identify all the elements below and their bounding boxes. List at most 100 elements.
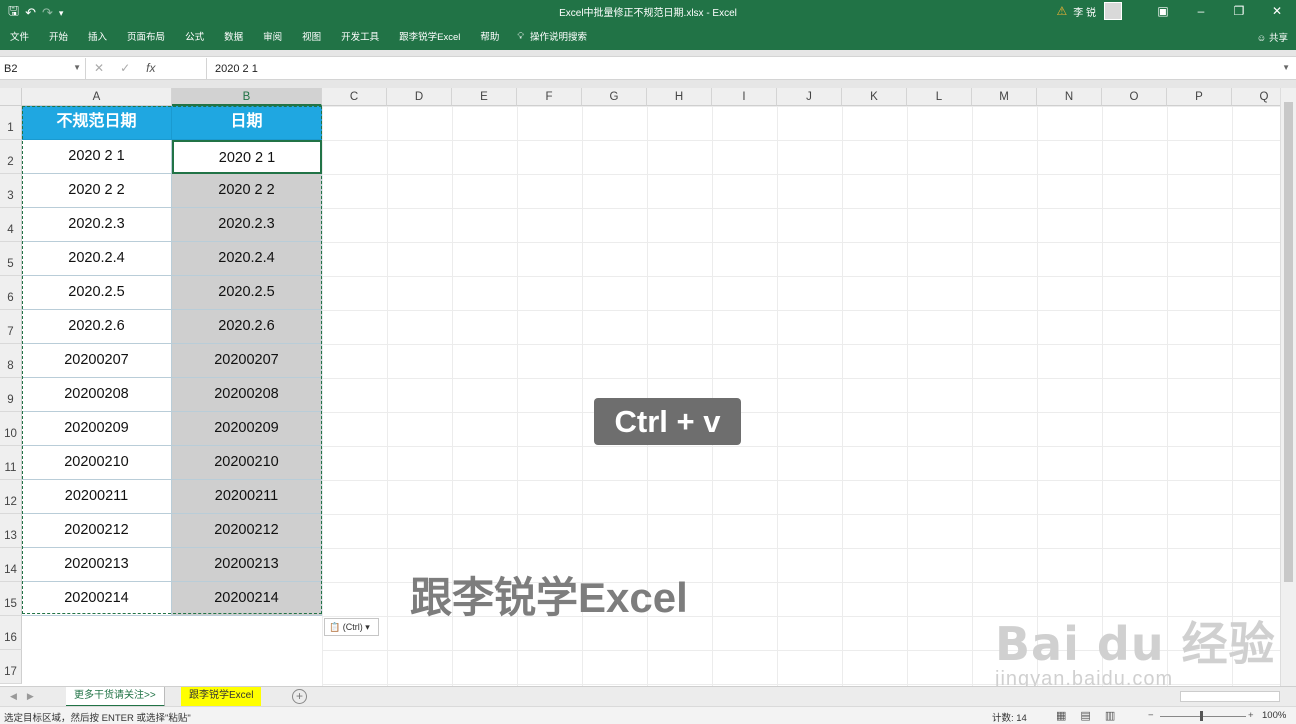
row-header-11[interactable]: 11 — [0, 446, 22, 480]
column-header-b[interactable]: B — [172, 88, 322, 106]
sheet-tab-follow[interactable]: 更多干货请关注>> — [66, 687, 165, 707]
column-header-n[interactable]: N — [1037, 88, 1102, 106]
column-header-g[interactable]: G — [582, 88, 647, 106]
zoom-out-icon[interactable]: − — [1148, 710, 1154, 721]
table-cell-a[interactable]: 2020.2.4 — [22, 242, 172, 276]
table-cell-b[interactable]: 20200207 — [172, 344, 322, 378]
vertical-scrollbar[interactable] — [1280, 88, 1296, 686]
column-header-d[interactable]: D — [387, 88, 452, 106]
row-header-8[interactable]: 8 — [0, 344, 22, 378]
expand-formula-icon[interactable]: ▼ — [1282, 63, 1290, 72]
column-header-c[interactable]: C — [322, 88, 387, 106]
row-header-4[interactable]: 4 — [0, 208, 22, 242]
tab-page-layout[interactable]: 页面布局 — [117, 29, 175, 43]
page-layout-view-icon[interactable]: ▤ — [1080, 709, 1090, 722]
column-header-h[interactable]: H — [647, 88, 712, 106]
row-header-9[interactable]: 9 — [0, 378, 22, 412]
row-header-3[interactable]: 3 — [0, 174, 22, 208]
cancel-icon[interactable]: ✕ — [94, 61, 104, 75]
row-header-17[interactable]: 17 — [0, 650, 22, 684]
row-header-7[interactable]: 7 — [0, 310, 22, 344]
row-header-5[interactable]: 5 — [0, 242, 22, 276]
zoom-in-icon[interactable]: + — [1248, 710, 1254, 721]
table-cell-b[interactable]: 20200212 — [172, 514, 322, 548]
table-cell-a[interactable]: 20200214 — [22, 582, 172, 616]
table-cell-b[interactable]: 20200213 — [172, 548, 322, 582]
row-header-2[interactable]: 2 — [0, 140, 22, 174]
column-header-f[interactable]: F — [517, 88, 582, 106]
name-box[interactable]: B2 ▼ — [0, 58, 86, 80]
page-break-view-icon[interactable]: ▥ — [1105, 709, 1115, 722]
enter-icon[interactable]: ✓ — [120, 61, 130, 75]
formula-input[interactable]: 2020 2 1 — [206, 58, 1286, 80]
header-cell-a1[interactable]: 不规范日期 — [22, 106, 172, 140]
scrollbar-thumb[interactable] — [1284, 102, 1293, 582]
row-header-10[interactable]: 10 — [0, 412, 22, 446]
table-cell-b[interactable]: 20200208 — [172, 378, 322, 412]
chevron-down-icon[interactable]: ▼ — [73, 63, 81, 72]
paste-options-button[interactable]: 📋 (Ctrl) ▾ — [324, 618, 379, 636]
zoom-slider[interactable]: − + — [1148, 710, 1254, 721]
zoom-level[interactable]: 100% — [1262, 710, 1286, 721]
table-cell-b[interactable]: 2020.2.4 — [172, 242, 322, 276]
table-cell-a[interactable]: 20200213 — [22, 548, 172, 582]
avatar[interactable] — [1104, 2, 1122, 20]
table-cell-a[interactable]: 20200212 — [22, 514, 172, 548]
table-cell-b[interactable]: 2020.2.5 — [172, 276, 322, 310]
column-header-l[interactable]: L — [907, 88, 972, 106]
zoom-knob[interactable] — [1200, 711, 1203, 721]
column-header-e[interactable]: E — [452, 88, 517, 106]
tab-formulas[interactable]: 公式 — [175, 29, 214, 43]
worksheet-grid[interactable]: A B C D E F G H I J K L M N O P Q 1 2 3 4 5 6 7 8 9 10 11 12 13 14 15 16… — [0, 88, 1280, 686]
tab-insert[interactable]: 插入 — [78, 29, 117, 43]
row-header-14[interactable]: 14 — [0, 548, 22, 582]
row-header-1[interactable]: 1 — [0, 106, 22, 140]
table-cell-a[interactable]: 2020 2 2 — [22, 174, 172, 208]
close-icon[interactable]: ✕ — [1258, 4, 1296, 18]
row-header-12[interactable]: 12 — [0, 480, 22, 514]
tab-file[interactable]: 文件 — [0, 29, 39, 43]
table-cell-b[interactable]: 20200209 — [172, 412, 322, 446]
tab-view[interactable]: 视图 — [292, 29, 331, 43]
insert-function-icon[interactable]: fx — [146, 61, 155, 75]
select-all-corner[interactable] — [0, 88, 22, 106]
tab-review[interactable]: 审阅 — [253, 29, 292, 43]
tell-me-box[interactable]: 💡︎ 操作说明搜索 — [517, 29, 587, 44]
horizontal-scrollbar[interactable] — [1180, 691, 1280, 702]
column-header-i[interactable]: I — [712, 88, 777, 106]
normal-view-icon[interactable]: ▦ — [1056, 709, 1066, 722]
table-cell-a[interactable]: 2020.2.5 — [22, 276, 172, 310]
table-cell-b[interactable]: 20200214 — [172, 582, 322, 616]
tab-help[interactable]: 帮助 — [470, 29, 509, 43]
row-header-16[interactable]: 16 — [0, 616, 22, 650]
table-cell-a[interactable]: 20200210 — [22, 446, 172, 480]
table-cell-a[interactable]: 20200208 — [22, 378, 172, 412]
table-cell-b[interactable]: 20200211 — [172, 480, 322, 514]
tab-developer[interactable]: 开发工具 — [331, 29, 389, 43]
table-cell-a[interactable]: 20200209 — [22, 412, 172, 446]
table-cell-b[interactable]: 2020.2.3 — [172, 208, 322, 242]
warning-icon[interactable]: ⚠ — [1056, 4, 1067, 18]
tab-data[interactable]: 数据 — [214, 29, 253, 43]
user-name[interactable]: 李 锐 — [1073, 4, 1096, 19]
row-header-15[interactable]: 15 — [0, 582, 22, 616]
sheet-tab-brand[interactable]: 跟李锐学Excel — [181, 687, 262, 707]
column-header-k[interactable]: K — [842, 88, 907, 106]
column-header-o[interactable]: O — [1102, 88, 1167, 106]
table-cell-a[interactable]: 20200211 — [22, 480, 172, 514]
column-header-q[interactable]: Q — [1232, 88, 1280, 106]
share-button[interactable]: ☺ 共享 — [1257, 30, 1288, 44]
column-header-j[interactable]: J — [777, 88, 842, 106]
column-header-a[interactable]: A — [22, 88, 172, 106]
column-header-p[interactable]: P — [1167, 88, 1232, 106]
sheet-nav-arrows[interactable]: ◀▶ — [10, 691, 44, 702]
table-cell-a[interactable]: 2020 2 1 — [22, 140, 172, 174]
column-header-m[interactable]: M — [972, 88, 1037, 106]
table-cell-b[interactable]: 2020 2 2 — [172, 174, 322, 208]
tab-home[interactable]: 开始 — [39, 29, 78, 43]
table-cell-a[interactable]: 20200207 — [22, 344, 172, 378]
table-cell-b[interactable]: 20200210 — [172, 446, 322, 480]
add-sheet-button[interactable]: + — [292, 689, 307, 704]
table-cell-a[interactable]: 2020.2.6 — [22, 310, 172, 344]
table-cell-b[interactable]: 2020.2.6 — [172, 310, 322, 344]
